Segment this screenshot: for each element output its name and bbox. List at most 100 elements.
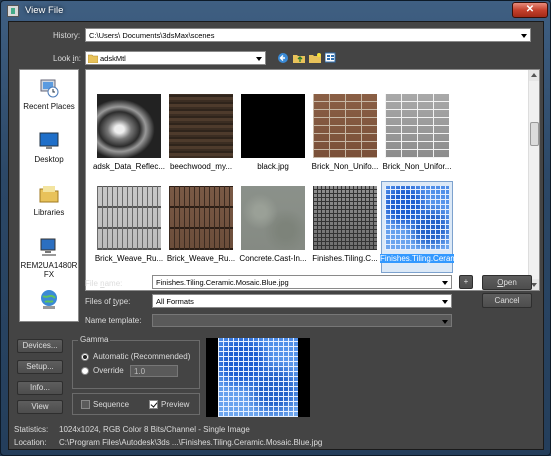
increment-filename-button[interactable]: + xyxy=(459,275,473,289)
chevron-down-icon[interactable] xyxy=(439,315,451,326)
file-thumbnail[interactable]: Brick_Non_Unifor... xyxy=(382,90,452,180)
history-dropdown[interactable]: C:\Users\ Documents\3dsMax\scenes xyxy=(85,28,531,42)
gamma-automatic-label: Automatic (Recommended) xyxy=(93,352,191,361)
file-thumbnail[interactable]: beechwood_my... xyxy=(166,90,236,180)
open-button[interactable]: Open xyxy=(482,275,532,290)
statistics-label: Statistics: xyxy=(14,425,49,434)
close-icon: ✕ xyxy=(525,4,535,15)
file-name-caption: adsk_Data_Reflec... xyxy=(92,162,166,171)
file-name-label: File name: xyxy=(85,279,123,288)
thumbnail-image xyxy=(385,94,449,158)
file-thumbnail[interactable]: adsk_Data_Reflec... xyxy=(92,90,166,180)
file-name-caption: beechwood_my... xyxy=(169,162,233,171)
file-name-value: Finishes.Tiling.Ceramic.Mosaic.Blue.jpg xyxy=(156,278,289,287)
preview-label: Preview xyxy=(161,400,190,409)
name-template-dropdown[interactable] xyxy=(152,314,452,327)
gamma-override-radio[interactable] xyxy=(81,367,89,375)
back-icon[interactable] xyxy=(277,52,289,64)
history-value: C:\Users\ Documents\3dsMax\scenes xyxy=(89,31,215,40)
files-of-type-dropdown[interactable]: All Formats xyxy=(152,294,452,308)
file-thumbnail[interactable]: black.jpg xyxy=(238,90,308,180)
computer-icon xyxy=(40,238,56,256)
file-name-caption: Concrete.Cast-In... xyxy=(239,254,307,263)
file-name-caption: Finishes.Tiling.C... xyxy=(312,254,378,263)
place-recent-places[interactable]: Recent Places xyxy=(20,77,78,111)
thumbnail-image xyxy=(385,186,449,250)
files-of-type-label: Files of type: xyxy=(85,297,131,306)
thumbnail-image xyxy=(97,94,161,158)
gamma-override-label: Override xyxy=(93,366,124,375)
file-thumbnail[interactable]: Brick_Weave_Ru... xyxy=(94,182,164,272)
file-thumbnail[interactable]: Finishes.Tiling.C... xyxy=(310,182,380,272)
thumbnail-image xyxy=(169,186,233,250)
devices-button[interactable]: Devices... xyxy=(17,339,63,353)
view-file-window: View File ✕ History: C:\Users\ Documents… xyxy=(0,0,551,456)
place-label: Desktop xyxy=(34,155,64,164)
location-label: Location: xyxy=(14,438,47,447)
thumbnail-image xyxy=(97,186,161,250)
sequence-checkbox[interactable] xyxy=(81,400,90,409)
places-bar: Recent Places Desktop Libraries REM2UA14… xyxy=(19,69,79,322)
file-thumbnail[interactable]: Brick_Weave_Ru... xyxy=(166,182,236,272)
file-name-caption: black.jpg xyxy=(257,162,289,171)
thumbnail-image xyxy=(313,94,377,158)
title-bar[interactable]: View File ✕ xyxy=(1,1,550,21)
chevron-down-icon[interactable] xyxy=(439,276,451,288)
place-network[interactable] xyxy=(20,288,78,313)
name-template-label: Name template: xyxy=(85,316,142,325)
file-name-caption: Finishes.Tiling.Ceramic.Mosaic.Blue.j xyxy=(380,254,513,263)
file-name-caption: Brick_Weave_Ru... xyxy=(166,254,236,263)
file-name-caption: Brick_Non_Unifor... xyxy=(382,162,452,171)
file-name-caption: Brick_Weave_Ru... xyxy=(94,254,164,263)
place-desktop[interactable]: Desktop xyxy=(20,130,78,164)
place-computer[interactable]: REM2UA1480RFX xyxy=(20,236,78,279)
gamma-override-value: 1.0 xyxy=(134,367,146,376)
file-thumbnail[interactable]: Brick_Non_Unifo... xyxy=(310,90,380,180)
thumbnail-image xyxy=(169,94,233,158)
mosaic-preview-image xyxy=(218,338,298,417)
gamma-automatic-radio[interactable] xyxy=(81,353,89,361)
thumbnail-image xyxy=(241,186,305,250)
look-in-dropdown[interactable]: adskMtl xyxy=(85,51,266,65)
gamma-override-spinner[interactable]: 1.0 xyxy=(130,365,178,377)
close-button[interactable]: ✕ xyxy=(512,2,548,18)
place-label: Libraries xyxy=(33,208,65,217)
file-name-caption: Brick_Non_Unifo... xyxy=(311,162,379,171)
files-of-type-value: All Formats xyxy=(156,297,194,306)
dialog-body: History: C:\Users\ Documents\3dsMax\scen… xyxy=(8,21,544,450)
window-title: View File xyxy=(25,5,64,16)
history-label: History: xyxy=(53,31,81,40)
look-in-toolbar xyxy=(277,52,347,65)
vertical-scrollbar[interactable] xyxy=(528,70,539,290)
preview-checkbox[interactable] xyxy=(149,400,158,409)
folder-icon xyxy=(88,54,98,63)
network-icon xyxy=(41,290,57,309)
file-name-input[interactable]: Finishes.Tiling.Ceramic.Mosaic.Blue.jpg xyxy=(152,275,452,289)
view-button[interactable]: View xyxy=(17,400,63,414)
new-folder-icon[interactable] xyxy=(309,52,321,64)
desktop-icon xyxy=(39,132,59,149)
chevron-down-icon[interactable] xyxy=(518,29,530,41)
chevron-down-icon[interactable] xyxy=(439,295,451,307)
place-label: REM2UA1480RFX xyxy=(20,261,78,279)
up-folder-icon[interactable] xyxy=(293,52,305,64)
libraries-icon xyxy=(39,186,59,203)
image-preview xyxy=(206,338,310,417)
look-in-value: adskMtl xyxy=(100,54,126,63)
scroll-thumb[interactable] xyxy=(530,122,539,146)
thumbnail-image xyxy=(241,94,305,158)
info-button[interactable]: Info... xyxy=(17,381,63,395)
scroll-up-icon[interactable] xyxy=(529,70,539,81)
file-browser[interactable]: adsk_Data_Reflec... beechwood_my... black.… xyxy=(85,69,540,291)
place-libraries[interactable]: Libraries xyxy=(20,183,78,217)
setup-button[interactable]: Setup... xyxy=(17,360,63,374)
app-icon xyxy=(7,5,19,17)
gamma-title: Gamma xyxy=(78,335,111,344)
view-menu-icon[interactable] xyxy=(325,52,337,64)
look-in-label: Look in: xyxy=(53,54,82,63)
cancel-button[interactable]: Cancel xyxy=(482,293,532,308)
file-thumbnail[interactable]: Finishes.Tiling.Ceramic.Mosaic.Blue.j xyxy=(380,181,513,273)
recent-places-icon xyxy=(40,79,59,98)
file-thumbnail[interactable]: Concrete.Cast-In... xyxy=(238,182,308,272)
chevron-down-icon[interactable] xyxy=(253,52,265,64)
